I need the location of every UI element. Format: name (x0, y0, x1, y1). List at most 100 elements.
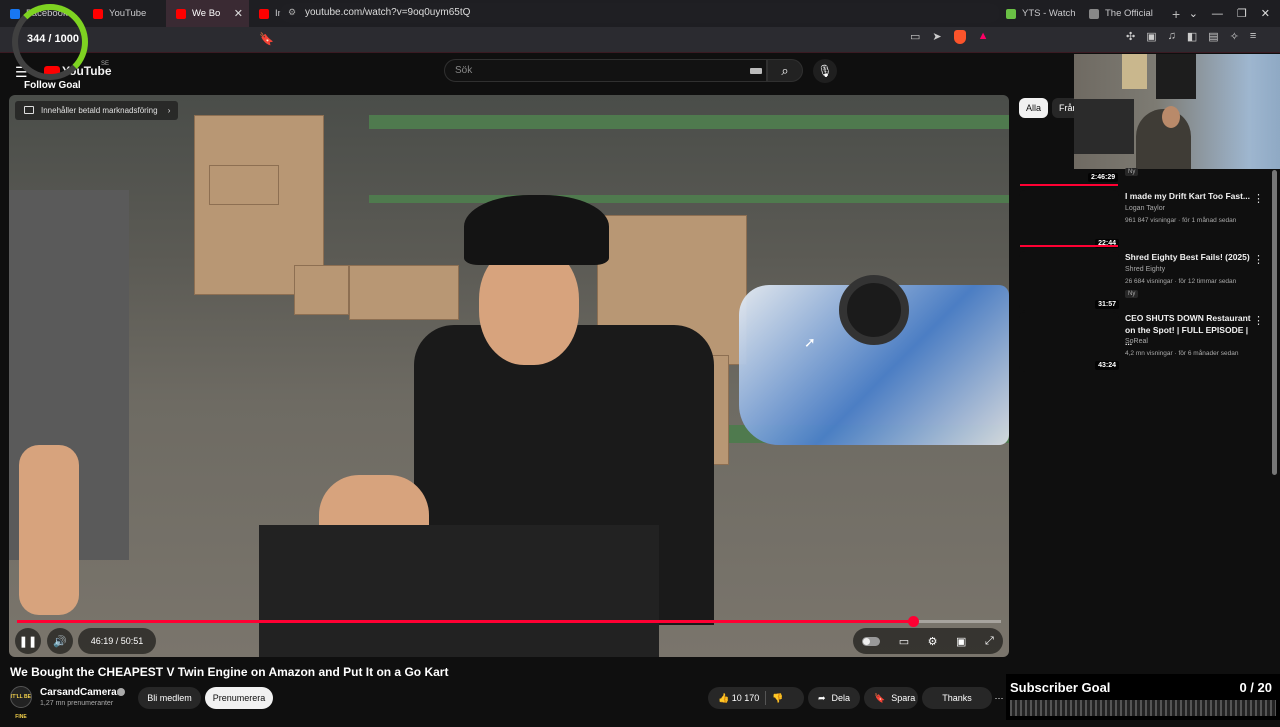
video-duration: 43:24 (1095, 361, 1119, 370)
pause-button[interactable]: ❚❚ (15, 628, 41, 654)
webcam-poster (1122, 54, 1147, 89)
new-badge: Ny (1125, 168, 1139, 176)
miniplayer-icon[interactable]: ▣ (956, 635, 966, 648)
video-player[interactable]: Innehåller betald marknadsföring › ❚❚ 🔊 … (9, 95, 1009, 657)
share-button[interactable]: ➦ Dela (808, 687, 860, 709)
video-scene-box (209, 165, 279, 205)
video-scene-tire (839, 275, 909, 345)
microphone-icon: 🎙 (817, 64, 833, 78)
maximize-button[interactable]: ❐ (1237, 7, 1247, 20)
keyboard-icon[interactable] (750, 68, 762, 74)
cast-icon[interactable]: ▭ (910, 30, 920, 44)
join-button[interactable]: Bli medlem (138, 687, 201, 709)
paid-promotion-badge[interactable]: Innehåller betald marknadsföring › (15, 101, 179, 120)
search-input[interactable]: Sök (444, 59, 767, 82)
search-placeholder: Sök (455, 65, 473, 76)
dislike-button[interactable]: 👎 (772, 687, 783, 709)
leo-ai-icon[interactable]: ✧ (1230, 30, 1239, 43)
recommendation-views: 4,2 mn visningar · för 6 månader sedan (1125, 350, 1239, 357)
tab-favicon-icon (176, 8, 186, 19)
minimize-button[interactable]: — (1212, 8, 1223, 20)
sidebar-scrollbar[interactable] (1272, 170, 1277, 475)
more-options-icon[interactable]: ⋮ (1253, 314, 1264, 327)
watched-progress-bar (1020, 184, 1118, 186)
chip-all[interactable]: Alla (1019, 98, 1048, 118)
share-label: Dela (831, 693, 851, 703)
recommendation-item[interactable]: 43:24 CEO SHUTS DOWN Restaurant on the Sp… (1019, 312, 1269, 372)
channel-name[interactable]: CarsandCameras (40, 687, 122, 698)
thanks-button[interactable]: Thanks (922, 687, 992, 709)
seek-bar[interactable] (17, 616, 1001, 627)
recommendation-title[interactable]: I made my Drift Kart Too Fast... (1125, 190, 1253, 202)
voice-search-button[interactable]: 🎙 (813, 59, 837, 83)
browser-tab[interactable]: The Official (1079, 0, 1162, 27)
verified-badge-icon (117, 688, 125, 696)
paid-promotion-text: Innehåller betald marknadsföring (41, 106, 158, 115)
browser-tab[interactable]: YouTube (83, 0, 166, 27)
window-controls: ⌄ — ❐ ✕ (1189, 0, 1270, 27)
subscribe-button[interactable]: Prenumerera (205, 687, 273, 709)
more-options-icon[interactable]: ⋮ (1253, 253, 1264, 266)
recommendation-title[interactable]: Shred Eighty Best Fails! (2025) (1125, 251, 1253, 263)
webcam-poster (1156, 54, 1196, 99)
time-display: 46:19 / 50:51 (78, 628, 156, 654)
recommendation-item[interactable]: 22:44 I made my Drift Kart Too Fast... Log… (1019, 190, 1269, 250)
extensions-toolbar: ✣ ▣ ♫ ◧ ▤ ✧ ≡ (1126, 30, 1256, 43)
browser-tab[interactable]: We Bo ✕ (166, 0, 249, 27)
address-bar[interactable]: ⚙ youtube.com/watch?v=9oq0uym65tQ (280, 3, 1000, 23)
volume-button[interactable]: 🔊 (47, 628, 73, 654)
region-code: SE (101, 61, 110, 67)
channel-avatar[interactable]: IT'LL BE FINE (10, 686, 32, 720)
settings-gear-icon[interactable]: ⚙ (928, 635, 938, 648)
new-tab-button[interactable]: + (1162, 6, 1190, 22)
music-icon[interactable]: ♫ (1168, 30, 1176, 43)
more-options-icon[interactable]: ⋮ (1253, 192, 1264, 205)
site-info-icon[interactable]: ⚙ (288, 7, 296, 18)
close-tab-icon[interactable]: ✕ (234, 7, 243, 20)
streamer-webcam-overlay (1074, 54, 1280, 169)
close-window-button[interactable]: ✕ (1261, 7, 1270, 20)
brave-shield-icon[interactable] (953, 30, 966, 44)
tab-label: We Bo (192, 8, 221, 19)
save-icon: 🔖 (874, 693, 886, 703)
subscriber-goal-widget: Subscriber Goal 0 / 20 (1006, 674, 1280, 720)
video-scene-shelf (369, 195, 1009, 203)
video-thumbnail[interactable]: 22:44 (1019, 190, 1119, 250)
subtitles-icon[interactable]: ▭ (899, 635, 909, 648)
sidebar-toggle-icon[interactable]: ◧ (1187, 30, 1197, 43)
recommendation-channel[interactable]: Shred Eighty (1125, 266, 1165, 273)
video-thumbnail[interactable]: 43:24 (1019, 312, 1119, 372)
url-text[interactable]: youtube.com/watch?v=9oq0uym65tQ (305, 7, 470, 18)
wallet-icon[interactable]: ▤ (1208, 30, 1218, 43)
fullscreen-icon[interactable]: ⤢ (985, 635, 994, 648)
browser-menu-icon[interactable]: ≡ (1250, 30, 1256, 43)
extension-puzzle-icon[interactable]: ✣ (1126, 30, 1135, 43)
extension-box-icon[interactable]: ▣ (1146, 30, 1156, 43)
volume-icon: 🔊 (53, 635, 67, 648)
brave-rewards-icon[interactable]: ▲ (978, 30, 989, 44)
video-duration: 31:57 (1095, 300, 1119, 309)
bookmark-icon[interactable]: 🔖 (259, 32, 274, 46)
like-button[interactable]: 👍 10 170 (718, 687, 759, 709)
share-icon: ➦ (818, 693, 826, 703)
recommendation-views: 26 684 visningar · för 12 timmar sedan (1125, 278, 1237, 285)
search-button[interactable]: ⌕ (767, 59, 803, 82)
video-scene-cap (464, 195, 609, 265)
tab-label: YTS - Watch (1022, 8, 1076, 19)
save-button[interactable]: 🔖 Spara (864, 687, 918, 709)
new-badge: Ny (1125, 290, 1139, 298)
webcam-face (1162, 106, 1180, 128)
recommendation-channel[interactable]: Logan Taylor (1125, 205, 1165, 212)
tab-label: YouTube (109, 8, 147, 19)
tab-favicon-icon (259, 8, 269, 19)
follow-goal-count: 344 / 1000 (27, 33, 79, 45)
seek-bar-handle[interactable] (908, 616, 920, 627)
chip-from[interactable]: Från (1052, 98, 1074, 118)
tab-search-icon[interactable]: ⌄ (1189, 7, 1198, 20)
video-thumbnail[interactable]: 31:57 (1019, 251, 1119, 311)
browser-tab[interactable]: YTS - Watch (996, 0, 1079, 27)
autoplay-toggle[interactable] (862, 636, 881, 646)
share-page-icon[interactable]: ➤ (932, 30, 941, 44)
recommendation-channel[interactable]: SoReal (1125, 338, 1148, 345)
recommendation-item[interactable]: 31:57 Shred Eighty Best Fails! (2025) Shre… (1019, 251, 1269, 311)
